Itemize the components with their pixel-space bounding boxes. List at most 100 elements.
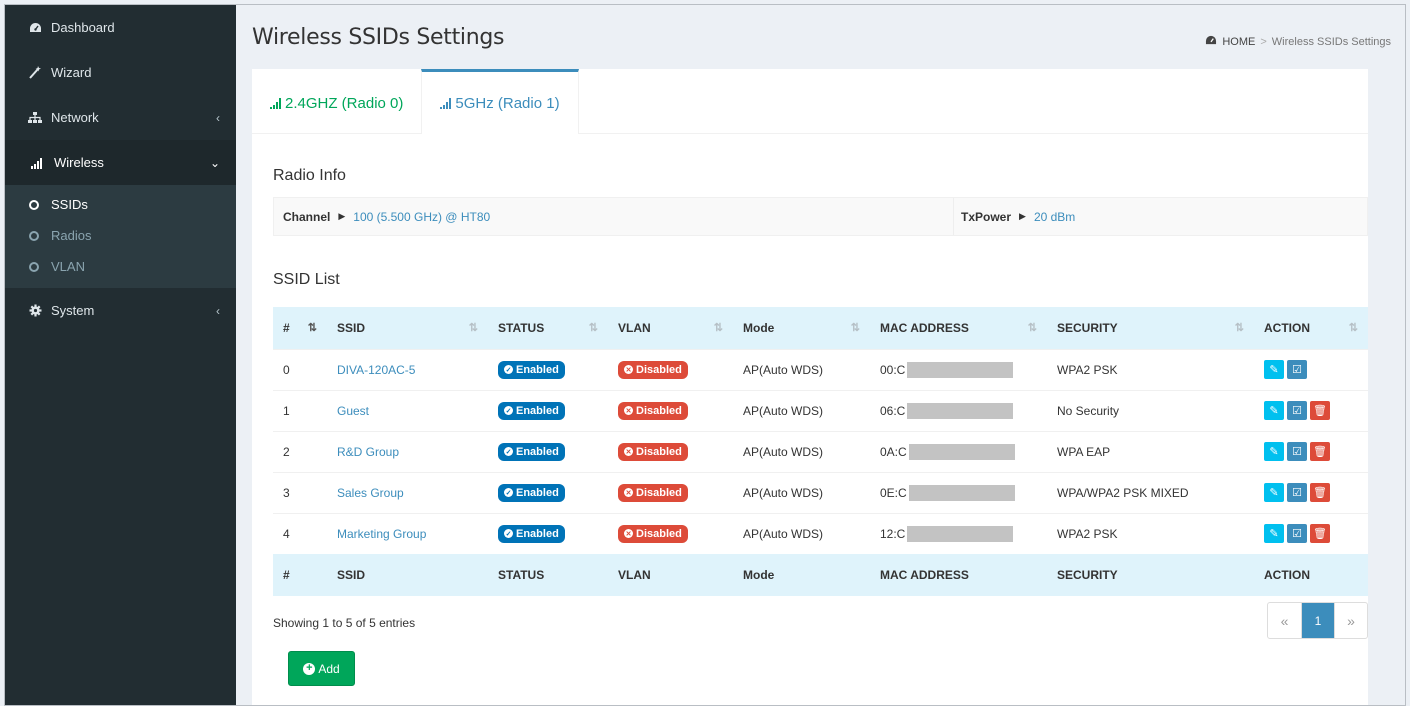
times-circle-icon: ✕: [624, 406, 633, 415]
page-title: Wireless SSIDs Settings: [252, 25, 505, 50]
sidebar-item-wizard[interactable]: Wizard: [5, 50, 236, 95]
breadcrumb-home-link[interactable]: HOME: [1222, 36, 1255, 48]
table-row: 0 DIVA-120AC-5 ✓ Enabled ✕ Disabled AP(Aut…: [273, 348, 1368, 390]
row-number: 2: [273, 430, 327, 472]
edit-icon: ✎: [1269, 446, 1279, 458]
status-badge: ✓ Enabled: [498, 483, 565, 502]
ssid-link[interactable]: Guest: [327, 389, 488, 431]
footer-mac: MAC ADDRESS: [870, 554, 1047, 596]
column-header-ssid[interactable]: SSID ⇅: [327, 307, 488, 349]
sidebar-item-label: Wireless: [54, 155, 104, 170]
column-header-vlan[interactable]: VLAN ⇅: [608, 307, 733, 349]
row-actions: ✎ ☑ 🗑: [1264, 483, 1358, 502]
edit-icon: ✎: [1269, 405, 1279, 417]
delete-button[interactable]: 🗑: [1310, 524, 1330, 544]
sidebar-subitem-vlan[interactable]: VLAN: [5, 251, 236, 282]
add-ssid-button[interactable]: + Add: [288, 651, 355, 686]
sidebar-subitem-radios[interactable]: Radios: [5, 220, 236, 251]
row-actions: ✎ ☑ 🗑: [1264, 524, 1358, 544]
tab-radio-1[interactable]: 5GHz (Radio 1): [421, 69, 579, 134]
sort-icon: ⇅: [1027, 322, 1037, 334]
check-square-icon: ☑: [1292, 405, 1302, 417]
row-number: 4: [273, 512, 327, 554]
sidebar-item-wireless[interactable]: Wireless ⌄: [5, 140, 236, 185]
check-square-icon: ☑: [1292, 446, 1302, 458]
vlan-badge: ✕ Disabled: [618, 360, 688, 379]
column-header-action[interactable]: ACTION ⇅: [1254, 307, 1368, 349]
delete-button[interactable]: 🗑: [1310, 442, 1330, 461]
times-circle-icon: ✕: [624, 447, 633, 456]
dashboard-icon: [1205, 35, 1217, 49]
column-header-mode[interactable]: Mode ⇅: [733, 307, 870, 349]
check-circle-icon: ✓: [504, 365, 513, 374]
ssid-link[interactable]: Marketing Group: [327, 512, 488, 554]
check-square-icon: ☑: [1292, 487, 1302, 499]
configure-button[interactable]: ☑: [1287, 442, 1307, 461]
column-header-num[interactable]: # ⇅: [273, 307, 327, 349]
times-circle-icon: ✕: [624, 365, 633, 374]
delete-button[interactable]: 🗑: [1310, 401, 1330, 420]
footer-vlan: VLAN: [608, 554, 733, 596]
configure-button[interactable]: ☑: [1287, 483, 1307, 502]
row-actions: ✎ ☑ 🗑: [1264, 401, 1358, 420]
ssid-link[interactable]: Sales Group: [327, 471, 488, 513]
channel-label: Channel: [283, 209, 331, 224]
pagination-page-1[interactable]: 1: [1301, 603, 1334, 638]
sidebar-item-system[interactable]: System ‹: [5, 288, 236, 333]
content-box: 2.4GHZ (Radio 0) 5GHz (Radio 1) Radio In…: [252, 69, 1368, 705]
ssid-link[interactable]: DIVA-120AC-5: [327, 348, 488, 390]
sidebar-item-network[interactable]: Network ‹: [5, 95, 236, 140]
caret-right-icon: ▶: [338, 211, 346, 221]
sidebar-item-label: Wizard: [51, 65, 92, 80]
signal-icon: [440, 97, 452, 109]
redaction-mask: [908, 484, 1015, 501]
edit-icon: ✎: [1269, 364, 1279, 376]
sort-asc-icon: ⇅: [307, 322, 317, 334]
tab-radio-0[interactable]: 2.4GHZ (Radio 0): [252, 69, 421, 134]
mac-address: 06:C: [880, 402, 1014, 419]
table-body: 0 DIVA-120AC-5 ✓ Enabled ✕ Disabled AP(Aut…: [273, 348, 1368, 554]
delete-button[interactable]: 🗑: [1310, 483, 1330, 502]
channel-info: Channel ▶ 100 (5.500 GHz) @ HT80: [283, 198, 490, 235]
mac-address: 12:C: [880, 525, 1014, 542]
redaction-mask: [908, 443, 1015, 460]
mode-cell: AP(Auto WDS): [733, 348, 870, 390]
sidebar: Dashboard Wizard Network ‹ Wireless ⌄ SS…: [5, 5, 236, 705]
edit-icon: ✎: [1269, 487, 1279, 499]
mode-cell: AP(Auto WDS): [733, 389, 870, 431]
edit-button[interactable]: ✎: [1264, 483, 1284, 502]
column-header-security[interactable]: SECURITY ⇅: [1047, 307, 1254, 349]
main-content: Wireless SSIDs Settings HOME > Wireless …: [236, 5, 1405, 705]
times-circle-icon: ✕: [624, 488, 633, 497]
check-circle-icon: ✓: [504, 447, 513, 456]
pagination-prev[interactable]: «: [1268, 603, 1301, 638]
pagination-next[interactable]: »: [1334, 603, 1367, 638]
sidebar-item-dashboard[interactable]: Dashboard: [5, 5, 236, 50]
row-number: 1: [273, 389, 327, 431]
edit-button[interactable]: ✎: [1264, 442, 1284, 461]
vlan-badge: ✕ Disabled: [618, 483, 688, 502]
plus-circle-icon: +: [303, 662, 316, 675]
table-footer-row: # SSID STATUS VLAN Mode MAC ADDRESS SECU…: [273, 554, 1368, 596]
edit-button[interactable]: ✎: [1264, 401, 1284, 420]
configure-button[interactable]: ☑: [1287, 401, 1307, 420]
edit-button[interactable]: ✎: [1264, 360, 1284, 379]
row-number: 0: [273, 348, 327, 390]
footer-action: ACTION: [1254, 554, 1368, 596]
column-header-mac[interactable]: MAC ADDRESS ⇅: [870, 307, 1047, 349]
subitem-label: SSIDs: [51, 197, 88, 212]
ssid-link[interactable]: R&D Group: [327, 430, 488, 472]
configure-button[interactable]: ☑: [1287, 524, 1307, 544]
mode-cell: AP(Auto WDS): [733, 471, 870, 513]
column-header-status[interactable]: STATUS ⇅: [488, 307, 608, 349]
edit-button[interactable]: ✎: [1264, 524, 1284, 544]
entries-info: Showing 1 to 5 of 5 entries: [273, 616, 416, 630]
tab-label: 2.4GHZ (Radio 0): [285, 94, 404, 112]
sidebar-subitem-ssids[interactable]: SSIDs: [5, 189, 236, 220]
mac-address: 00:C: [880, 361, 1014, 378]
txpower-info: TxPower ▶ 20 dBm: [961, 198, 1075, 235]
configure-button[interactable]: ☑: [1287, 360, 1307, 379]
dashboard-icon: [27, 22, 43, 34]
check-square-icon: ☑: [1292, 528, 1302, 541]
row-actions: ✎ ☑ 🗑: [1264, 442, 1358, 461]
